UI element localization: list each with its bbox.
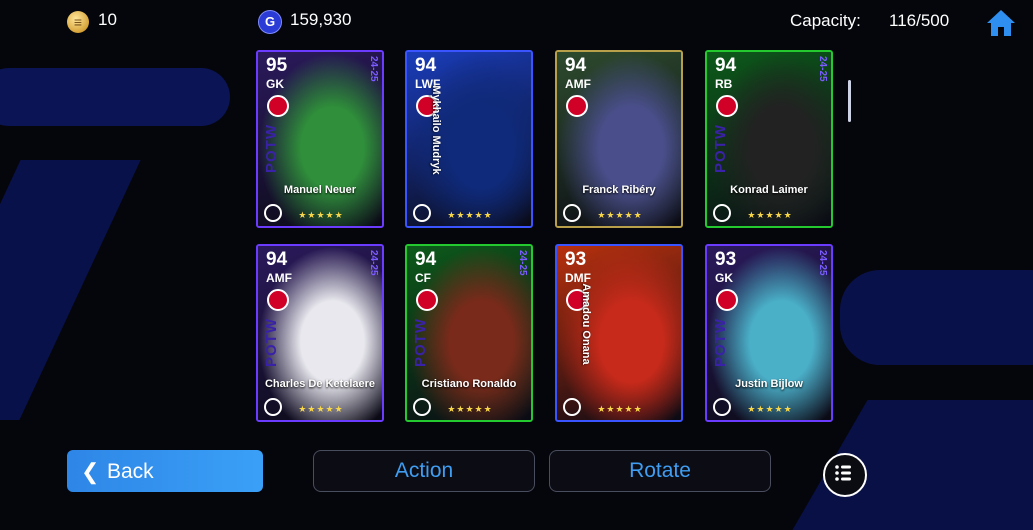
card-rating: 93 xyxy=(715,249,737,270)
player-name: Cristiano Ronaldo xyxy=(421,378,517,390)
club-badge-icon xyxy=(716,289,738,311)
player-name: Amadou Onana xyxy=(580,283,592,365)
card-tag: POTW xyxy=(263,124,280,173)
card-position: AMF xyxy=(565,77,591,91)
club-badge-icon xyxy=(267,95,289,117)
card-season: 24-25 xyxy=(517,250,528,276)
card-tag: POTW xyxy=(263,318,280,367)
player-name: Charles De Ketelaere xyxy=(264,378,376,390)
gp-balance: 159,930 xyxy=(290,10,352,29)
card-season: 24-25 xyxy=(817,250,828,276)
star-rating: ★★★★★ xyxy=(447,210,493,220)
card-position: CF xyxy=(415,271,431,285)
card-position: GK xyxy=(715,271,733,285)
card-rating: 94 xyxy=(565,55,587,76)
card-tag: POTW xyxy=(712,318,729,367)
star-rating: ★★★★★ xyxy=(747,404,793,414)
player-name: Franck Ribéry xyxy=(582,184,656,196)
chevron-left-icon: ❮ xyxy=(81,459,100,484)
efootball-logo-icon xyxy=(413,204,431,222)
top-bar: 10 G 159,930 Capacity: 116/500 xyxy=(0,0,1033,42)
star-rating: ★★★★★ xyxy=(298,210,344,220)
coin-balance: 10 xyxy=(98,10,117,29)
card-rating: 95 xyxy=(266,55,288,76)
card-rating: 94 xyxy=(715,55,737,76)
action-button[interactable]: Action xyxy=(313,450,535,492)
player-name: Justin Bijlow xyxy=(735,378,803,390)
bg-stripe xyxy=(0,68,230,126)
rotate-button[interactable]: Rotate xyxy=(549,450,771,492)
card-rating: 94 xyxy=(266,249,288,270)
player-card[interactable]: POTW 24-25 95 GK Manuel Neuer ★★★★★ xyxy=(256,50,384,228)
scrollbar[interactable] xyxy=(848,80,851,122)
list-icon xyxy=(835,465,851,481)
card-rating: 94 xyxy=(415,249,437,270)
efootball-logo-icon xyxy=(713,204,731,222)
card-position: GK xyxy=(266,77,284,91)
coin-icon xyxy=(67,11,89,33)
player-card[interactable]: POTW 24-25 94 AMF Charles De Ketelaere ★★★★★ xyxy=(256,244,384,422)
club-badge-icon xyxy=(566,95,588,117)
star-rating: ★★★★★ xyxy=(597,210,643,220)
capacity-label: Capacity: xyxy=(790,11,861,30)
back-label: Back xyxy=(107,460,154,483)
efootball-logo-icon xyxy=(264,398,282,416)
gp-icon: G xyxy=(258,10,282,34)
player-card[interactable]: POTW 24-25 94 CF Cristiano Ronaldo ★★★★★ xyxy=(405,244,533,422)
player-card[interactable]: 94 AMF Franck Ribéry ★★★★★ xyxy=(555,50,683,228)
player-name: Konrad Laimer xyxy=(730,184,808,196)
club-badge-icon xyxy=(267,289,289,311)
efootball-logo-icon xyxy=(563,204,581,222)
player-card[interactable]: POTW 24-25 93 GK Justin Bijlow ★★★★★ xyxy=(705,244,833,422)
club-badge-icon xyxy=(416,289,438,311)
card-tag: POTW xyxy=(412,318,429,367)
efootball-logo-icon xyxy=(563,398,581,416)
star-rating: ★★★★★ xyxy=(597,404,643,414)
star-rating: ★★★★★ xyxy=(447,404,493,414)
card-season: 24-25 xyxy=(368,250,379,276)
home-icon[interactable] xyxy=(985,8,1017,38)
star-rating: ★★★★★ xyxy=(747,210,793,220)
card-season: 24-25 xyxy=(368,56,379,82)
player-card[interactable]: 94 LWF Mykhailo Mudryk ★★★★★ xyxy=(405,50,533,228)
efootball-logo-icon xyxy=(264,204,282,222)
efootball-logo-icon xyxy=(413,398,431,416)
card-tag: POTW xyxy=(712,124,729,173)
club-badge-icon xyxy=(716,95,738,117)
bg-stripe xyxy=(840,270,1033,365)
card-season: 24-25 xyxy=(817,56,828,82)
card-position: RB xyxy=(715,77,733,91)
player-card[interactable]: 93 DMF Amadou Onana ★★★★★ xyxy=(555,244,683,422)
back-button[interactable]: ❮ Back xyxy=(67,450,263,492)
player-name: Manuel Neuer xyxy=(283,184,357,196)
list-menu-button[interactable] xyxy=(823,453,867,497)
card-position: AMF xyxy=(266,271,292,285)
player-name: Mykhailo Mudryk xyxy=(430,85,442,175)
bg-stripe xyxy=(0,160,141,420)
capacity-value: 116/500 xyxy=(889,11,950,30)
efootball-logo-icon xyxy=(713,398,731,416)
star-rating: ★★★★★ xyxy=(298,404,344,414)
player-card[interactable]: POTW 24-25 94 RB Konrad Laimer ★★★★★ xyxy=(705,50,833,228)
